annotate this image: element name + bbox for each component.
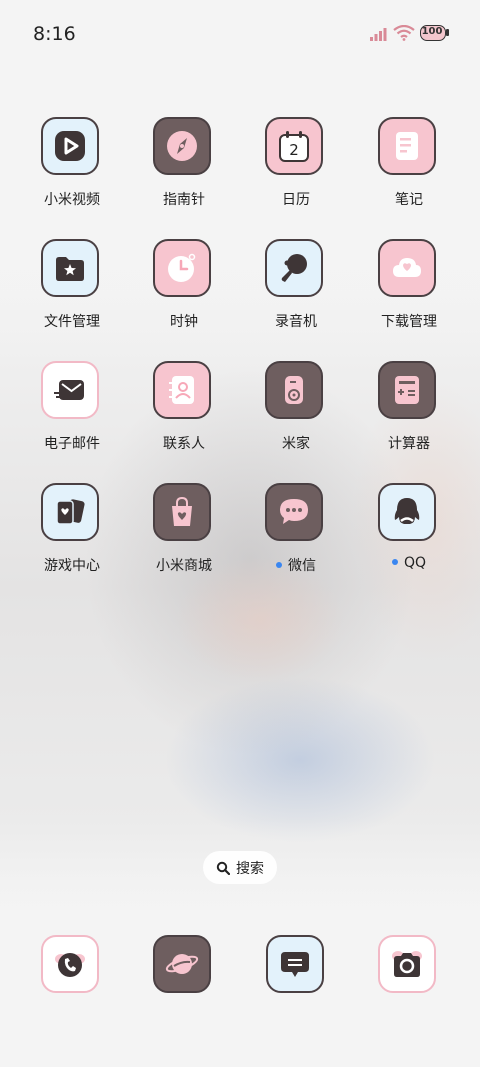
- app-file-manager[interactable]: 文件管理: [22, 239, 122, 349]
- home-device-icon: [265, 361, 323, 419]
- dock-messages[interactable]: [264, 935, 326, 997]
- app-contacts[interactable]: 联系人: [134, 361, 234, 471]
- app-label: 米家: [282, 436, 310, 452]
- search-label: 搜索: [236, 860, 264, 877]
- app-label: 时钟: [170, 314, 198, 330]
- dock-browser[interactable]: [151, 935, 213, 997]
- app-qq[interactable]: QQ: [359, 483, 459, 593]
- play-icon: [41, 117, 99, 175]
- compass-icon: [153, 117, 211, 175]
- calculator-icon: [378, 361, 436, 419]
- app-label-row: 微信: [236, 555, 356, 575]
- shopping-bag-icon: [153, 483, 211, 541]
- app-label: 计算器: [388, 436, 430, 452]
- app-calculator[interactable]: 计算器: [359, 361, 459, 471]
- new-install-dot: [391, 559, 398, 565]
- search-button[interactable]: 搜索: [203, 851, 277, 884]
- app-label: 文件管理: [44, 314, 100, 330]
- app-clock[interactable]: 时钟: [134, 239, 234, 349]
- app-wechat[interactable]: 微信: [246, 483, 346, 593]
- app-label: QQ: [403, 555, 427, 571]
- app-label: 联系人: [163, 436, 205, 452]
- mail-icon: [41, 361, 99, 419]
- status-time: 8:16: [33, 23, 76, 45]
- app-mi-video[interactable]: 小米视频: [22, 117, 122, 227]
- calendar-icon: 2: [265, 117, 323, 175]
- folder-icon: [41, 239, 99, 297]
- clock-icon: [153, 239, 211, 297]
- wifi-icon: [393, 25, 415, 41]
- app-label: 电子邮件: [44, 436, 100, 452]
- contacts-icon: [153, 361, 211, 419]
- app-label: 微信: [288, 558, 316, 574]
- app-game-center[interactable]: 游戏中心: [22, 483, 122, 593]
- app-email[interactable]: 电子邮件: [22, 361, 122, 471]
- app-recorder[interactable]: 录音机: [246, 239, 346, 349]
- signal-icon: [370, 28, 387, 41]
- new-install-dot: [276, 562, 282, 568]
- camera-icon: [378, 935, 436, 993]
- battery-icon: 100: [420, 25, 450, 41]
- recorder-icon: [265, 239, 323, 297]
- dock-phone[interactable]: [39, 935, 101, 997]
- app-notes[interactable]: 笔记: [359, 117, 459, 227]
- app-label: 下载管理: [381, 314, 437, 330]
- game-cards-icon: [41, 483, 99, 541]
- app-label: 指南针: [163, 192, 205, 208]
- penguin-icon: [378, 483, 436, 541]
- app-label: 小米商城: [156, 558, 212, 574]
- app-label: 日历: [282, 192, 310, 208]
- app-label-row: QQ: [349, 555, 469, 571]
- app-label: 小米视频: [44, 192, 100, 208]
- message-icon: [266, 935, 324, 993]
- download-cloud-icon: [378, 239, 436, 297]
- chat-bubble-icon: [265, 483, 323, 541]
- app-label: 游戏中心: [44, 558, 100, 574]
- battery-level: 100: [421, 26, 443, 37]
- calendar-day: 2: [289, 141, 299, 159]
- phone-icon: [41, 935, 99, 993]
- app-label: 笔记: [395, 192, 423, 208]
- notes-icon: [378, 117, 436, 175]
- app-compass[interactable]: 指南针: [134, 117, 234, 227]
- search-icon: [216, 861, 230, 875]
- app-download-manager[interactable]: 下载管理: [359, 239, 459, 349]
- app-mi-store[interactable]: 小米商城: [134, 483, 234, 593]
- app-calendar[interactable]: 2 日历: [246, 117, 346, 227]
- status-bar: 8:16 100: [0, 0, 480, 70]
- app-label: 录音机: [275, 314, 317, 330]
- browser-planet-icon: [153, 935, 211, 993]
- dock-camera[interactable]: [376, 935, 438, 997]
- app-mijia[interactable]: 米家: [246, 361, 346, 471]
